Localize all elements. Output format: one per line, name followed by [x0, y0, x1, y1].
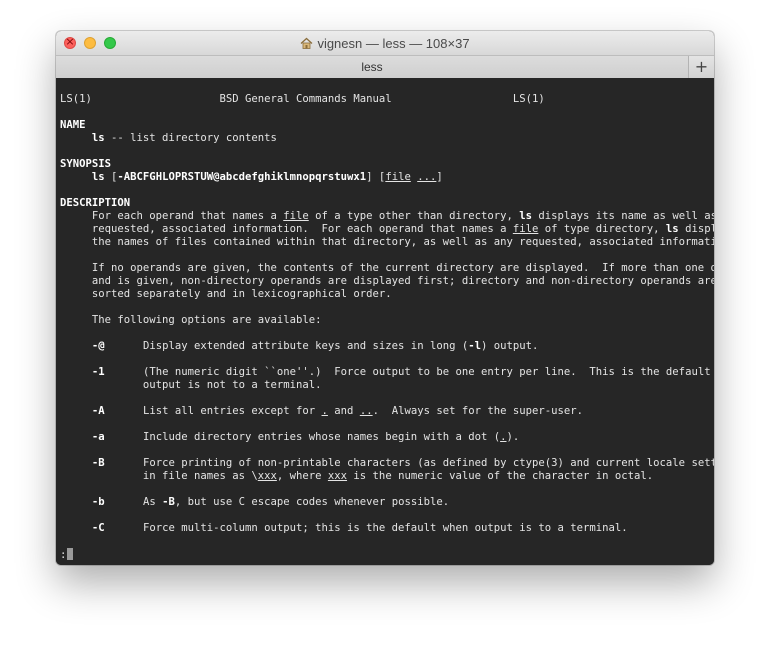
desc9-text: The following options are available:	[91, 314, 322, 326]
desc2-ls: ls	[665, 223, 679, 235]
name-body-line: ls -- list directory contents	[60, 132, 277, 145]
header-center: BSD General Commands Manual	[219, 93, 392, 105]
synopsis-line: SYNOPSIS	[60, 158, 111, 171]
text-cursor	[67, 548, 74, 560]
syn-dots: ...	[417, 171, 437, 183]
desc3-text: the names of files contained within that…	[91, 236, 714, 248]
desc5-text: If no operands are given, the contents o…	[91, 262, 714, 274]
window-title: vignesn — less — 108×37	[317, 36, 470, 51]
opt-a-text-b: ).	[506, 431, 520, 443]
description-line: DESCRIPTION	[60, 197, 130, 210]
less-prompt[interactable]: :	[60, 548, 74, 561]
name-heading: NAME	[60, 119, 86, 131]
desc2-text-c: displays	[685, 223, 714, 235]
prompt-colon: :	[60, 549, 67, 561]
man-header: LS(1) BSD General Commands Manual LS(1)	[60, 93, 545, 106]
opt-A-text-c: . Always set for the super-user.	[372, 405, 584, 417]
opt-B-text-c: is the numeric value of the character in…	[347, 470, 654, 482]
opt-1-flag: -1	[91, 366, 105, 378]
option-at: -@ Display extended attribute keys and s…	[60, 340, 539, 353]
syn-flags: -ABCFGHLOPRSTUW@abcdefghiklmnopqrstuwx1	[117, 171, 367, 183]
desc-line-6: and is given, non-directory operands are…	[60, 275, 714, 288]
opt-B-text-1: Force printing of non-printable characte…	[142, 457, 714, 469]
opt-b-text-a: As	[142, 496, 163, 508]
option-1-cont: output is not to a terminal.	[60, 379, 322, 392]
desc-line-7: sorted separately and in lexicographical…	[60, 288, 392, 301]
name-desc: -- list directory contents	[104, 132, 277, 144]
header-right: LS(1)	[512, 93, 545, 105]
opt-C-flag: -C	[91, 522, 105, 534]
desc2-text-a: requested, associated information. For e…	[91, 223, 513, 235]
syn-close: ]	[436, 171, 443, 183]
name-cmd: ls	[91, 132, 105, 144]
opt-a-text-a: Include directory entries whose names be…	[142, 431, 501, 443]
option-C: -C Force multi-column output; this is th…	[60, 522, 628, 535]
desc1-text-c: displays its name as well as any	[538, 210, 714, 222]
opt-at-text-a: Display extended attribute keys and size…	[142, 340, 469, 352]
home-icon	[301, 37, 313, 49]
opt-B-flag: -B	[91, 457, 105, 469]
name-line: NAME	[60, 119, 86, 132]
new-tab-button[interactable]: +	[688, 56, 714, 78]
syn-open: [	[104, 171, 118, 183]
description-heading: DESCRIPTION	[60, 197, 131, 209]
desc1-text-b: of a type other than directory,	[308, 210, 520, 222]
desc-line-9: The following options are available:	[60, 314, 322, 327]
opt-A-dotdot: ..	[359, 405, 373, 417]
syn-mid: ] [	[366, 171, 386, 183]
title-bar[interactable]: vignesn — less — 108×37	[56, 31, 714, 55]
desc1-file: file	[283, 210, 309, 222]
option-b: -b As -B, but use C escape codes wheneve…	[60, 496, 449, 509]
opt-A-text-b: and	[327, 405, 360, 417]
opt-1-text-2: output is not to a terminal.	[142, 379, 322, 391]
option-B: -B Force printing of non-printable chara…	[60, 457, 714, 470]
opt-B-xxx-2: xxx	[327, 470, 348, 482]
opt-A-flag: -A	[91, 405, 105, 417]
opt-C-text: Force multi-column output; this is the d…	[142, 522, 628, 534]
desc6-text: and is given, non-directory operands are…	[91, 275, 714, 287]
desc1-ls: ls	[519, 210, 532, 222]
desc1-text-a: For each operand that names a	[91, 210, 284, 222]
opt-B-text-b: , where	[276, 470, 328, 482]
tab-bar: less +	[56, 55, 714, 79]
terminal-content[interactable]: LS(1) BSD General Commands Manual LS(1) …	[56, 78, 714, 565]
synopsis-heading: SYNOPSIS	[60, 158, 112, 170]
window-title-wrap: vignesn — less — 108×37	[56, 36, 714, 51]
syn-file: file	[385, 171, 411, 183]
desc2-text-b: of type directory,	[538, 223, 666, 235]
desc-line-2: requested, associated information. For e…	[60, 223, 714, 236]
opt-A-text-a: List all entries except for	[142, 405, 322, 417]
desc2-file: file	[512, 223, 539, 235]
opt-b-flag: -b	[91, 496, 105, 508]
tab-less[interactable]: less	[56, 60, 688, 74]
option-a: -a Include directory entries whose names…	[60, 431, 519, 444]
opt-b-B: -B	[162, 496, 175, 508]
desc-line-1: For each operand that names a file of a …	[60, 210, 714, 223]
terminal-window: vignesn — less — 108×37 less + LS(1) BSD…	[56, 31, 714, 565]
opt-a-flag: -a	[91, 431, 105, 443]
opt-at-text-b: ) output.	[480, 340, 539, 352]
option-A: -A List all entries except for . and ...…	[60, 405, 583, 418]
header-left: LS(1)	[60, 93, 92, 105]
opt-B-xxx-1: xxx	[257, 470, 277, 482]
desc7-text: sorted separately and in lexicographical…	[91, 288, 392, 300]
opt-b-text-b: , but use C escape codes whenever possib…	[174, 496, 450, 508]
option-B-cont: in file names as \xxx, where xxx is the …	[60, 470, 653, 483]
opt-1-text-1: (The numeric digit ``one''.) Force outpu…	[142, 366, 714, 378]
desc-line-3: the names of files contained within that…	[60, 236, 714, 249]
opt-B-text-a: in file names as \	[142, 470, 258, 482]
synopsis-body-line: ls [-ABCFGHLOPRSTUW@abcdefghiklmnopqrstu…	[60, 171, 443, 184]
opt-at-flag: -@	[91, 340, 105, 352]
desc-line-5: If no operands are given, the contents o…	[60, 262, 714, 275]
syn-cmd: ls	[91, 171, 105, 183]
option-1: -1 (The numeric digit ``one''.) Force ou…	[60, 366, 714, 379]
opt-at-l: -l	[468, 340, 481, 352]
